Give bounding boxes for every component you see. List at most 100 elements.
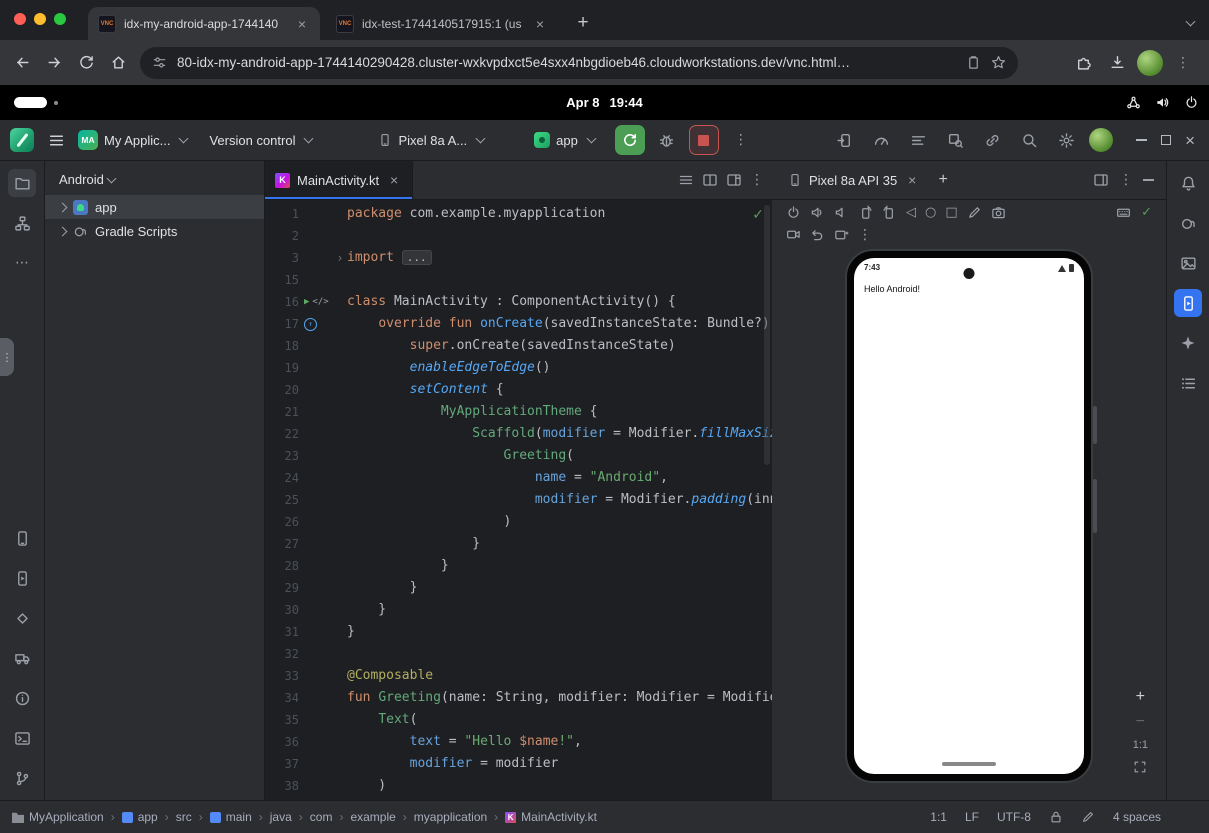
address-bar[interactable]: 80-idx-my-android-app-1744140290428.clus… bbox=[140, 47, 1018, 79]
code-line[interactable]: 26 ) bbox=[265, 511, 772, 533]
code-text[interactable]: name = "Android", bbox=[347, 467, 772, 489]
maximize-icon[interactable] bbox=[1161, 135, 1171, 145]
code-text[interactable]: Greeting( bbox=[347, 445, 772, 467]
override-gutter-icon[interactable]: ↑ bbox=[304, 318, 317, 331]
browser-tab-active[interactable]: vnc idx-my-android-app-1744140 × bbox=[88, 7, 320, 40]
project-tree-item-app[interactable]: app bbox=[45, 195, 264, 219]
browser-tab-inactive[interactable]: vnc idx-test-1744140517915:1 (us × bbox=[326, 7, 558, 40]
code-text[interactable] bbox=[347, 225, 772, 247]
notifications-bell-icon[interactable] bbox=[1174, 169, 1202, 197]
network-icon[interactable] bbox=[1126, 95, 1141, 110]
reset-icon[interactable] bbox=[810, 227, 825, 242]
code-line[interactable]: 18 super.onCreate(savedInstanceState) bbox=[265, 335, 772, 357]
code-line[interactable]: 38 ) bbox=[265, 775, 772, 797]
search-everywhere-icon[interactable] bbox=[1015, 126, 1043, 154]
window-layout-icon[interactable] bbox=[1093, 172, 1109, 188]
settings-gear-icon[interactable] bbox=[1052, 126, 1080, 154]
split-editor-icon[interactable] bbox=[702, 172, 718, 188]
run-configuration-selector[interactable]: app bbox=[534, 132, 595, 148]
snapshot-camera-icon[interactable] bbox=[834, 227, 849, 242]
minimize-window-button[interactable] bbox=[34, 13, 46, 25]
terminal-icon[interactable] bbox=[8, 724, 36, 752]
chevron-right-icon[interactable] bbox=[58, 202, 68, 212]
code-text[interactable]: modifier = Modifier.padding(innerPadding… bbox=[347, 489, 772, 511]
code-text[interactable]: Scaffold(modifier = Modifier.fillMaxSize… bbox=[347, 423, 772, 445]
toolbar-more-icon[interactable]: ⋮ bbox=[727, 126, 755, 154]
breadcrumb-item[interactable]: app bbox=[122, 810, 158, 824]
tab-search-button[interactable] bbox=[1175, 10, 1201, 36]
code-text[interactable] bbox=[347, 643, 772, 665]
back-button-icon[interactable]: ◁ bbox=[906, 206, 916, 219]
run-gutter-icon[interactable]: ▶ bbox=[304, 298, 309, 307]
browser-menu-icon[interactable]: ⋮ bbox=[1169, 49, 1197, 77]
home-button[interactable] bbox=[104, 49, 132, 77]
back-button[interactable] bbox=[8, 49, 36, 77]
structure-icon[interactable] bbox=[1174, 369, 1202, 397]
code-line[interactable]: 28 } bbox=[265, 555, 772, 577]
editor-scrollbar[interactable] bbox=[764, 205, 770, 465]
minimize-icon[interactable] bbox=[1136, 139, 1147, 141]
power-button-icon[interactable] bbox=[786, 205, 801, 220]
inspection-profile-icon[interactable] bbox=[1081, 810, 1095, 824]
code-text[interactable]: text = "Hello $name!", bbox=[347, 731, 772, 753]
profile-avatar[interactable] bbox=[1137, 50, 1163, 76]
extensions-icon[interactable] bbox=[1069, 49, 1097, 77]
code-text[interactable]: ) bbox=[347, 511, 772, 533]
code-line[interactable]: 23 Greeting( bbox=[265, 445, 772, 467]
code-line[interactable]: 16▶</>class MainActivity : ComponentActi… bbox=[265, 291, 772, 313]
plugin-icon[interactable] bbox=[978, 126, 1006, 154]
rotate-left-icon[interactable] bbox=[858, 205, 873, 220]
code-line[interactable]: 33@Composable bbox=[265, 665, 772, 687]
version-control-widget[interactable]: Version control bbox=[209, 133, 312, 148]
more-tool-windows-icon[interactable]: ⋯ bbox=[8, 249, 36, 277]
close-tab-icon[interactable]: × bbox=[532, 16, 548, 32]
code-line[interactable]: 30 } bbox=[265, 599, 772, 621]
editor-more-icon[interactable]: ⋮ bbox=[750, 173, 764, 187]
zoom-out-button[interactable]: − bbox=[1136, 714, 1145, 730]
breadcrumb-item[interactable]: src bbox=[176, 810, 192, 824]
rerun-button[interactable] bbox=[615, 125, 645, 155]
volume-up-icon[interactable] bbox=[810, 205, 825, 220]
device-tab-pixel8a[interactable]: Pixel 8a API 35 × bbox=[780, 161, 928, 199]
code-text[interactable]: enableEdgeToEdge() bbox=[347, 357, 772, 379]
code-text[interactable]: import ... bbox=[347, 247, 772, 269]
version-control-icon[interactable] bbox=[8, 764, 36, 792]
project-tree-item-gradle-scripts[interactable]: Gradle Scripts bbox=[45, 219, 264, 243]
add-device-button[interactable]: + bbox=[932, 166, 954, 194]
close-tab-icon[interactable]: × bbox=[904, 172, 920, 188]
stylus-icon[interactable] bbox=[967, 205, 982, 220]
code-line[interactable]: 25 modifier = Modifier.padding(innerPadd… bbox=[265, 489, 772, 511]
reload-button[interactable] bbox=[72, 49, 100, 77]
hardware-input-icon[interactable] bbox=[1116, 205, 1131, 220]
problems-icon[interactable] bbox=[8, 684, 36, 712]
code-text[interactable]: Text( bbox=[347, 709, 772, 731]
code-line[interactable]: 2 bbox=[265, 225, 772, 247]
fit-to-screen-icon[interactable] bbox=[1133, 760, 1147, 774]
code-text[interactable] bbox=[347, 269, 772, 291]
device-manager-icon[interactable] bbox=[8, 524, 36, 552]
build-icon[interactable] bbox=[8, 644, 36, 672]
emulator-more-icon[interactable]: ⋮ bbox=[858, 228, 872, 242]
close-window-button[interactable] bbox=[14, 13, 26, 25]
device-mirror-icon[interactable] bbox=[830, 126, 858, 154]
code-line[interactable]: 17↑ override fun onCreate(savedInstanceS… bbox=[265, 313, 772, 335]
preview-icon[interactable] bbox=[726, 172, 742, 188]
hierarchy-icon[interactable] bbox=[8, 209, 36, 237]
overview-button-icon[interactable]: □ bbox=[945, 206, 957, 219]
code-line[interactable]: 1package com.example.myapplication bbox=[265, 203, 772, 225]
running-devices-icon[interactable] bbox=[1174, 289, 1202, 317]
user-avatar[interactable] bbox=[1089, 128, 1113, 152]
breadcrumb-item[interactable]: MyApplication bbox=[12, 810, 104, 824]
code-lines[interactable]: 1package com.example.myapplication23›imp… bbox=[265, 199, 772, 800]
gradle-icon[interactable] bbox=[1174, 209, 1202, 237]
main-menu-icon[interactable] bbox=[42, 126, 70, 154]
code-text[interactable]: } bbox=[347, 577, 772, 599]
code-text[interactable]: } bbox=[347, 621, 772, 643]
editor-tab-mainactivity[interactable]: K MainActivity.kt × bbox=[265, 161, 413, 199]
app-quality-insights-icon[interactable] bbox=[8, 604, 36, 632]
rotate-right-icon[interactable] bbox=[882, 205, 897, 220]
power-icon[interactable] bbox=[1184, 95, 1199, 110]
device-screen[interactable]: 7:43 Hello Android! bbox=[854, 258, 1084, 774]
volume-down-icon[interactable] bbox=[834, 205, 849, 220]
code-text[interactable]: MyApplicationTheme { bbox=[347, 401, 772, 423]
